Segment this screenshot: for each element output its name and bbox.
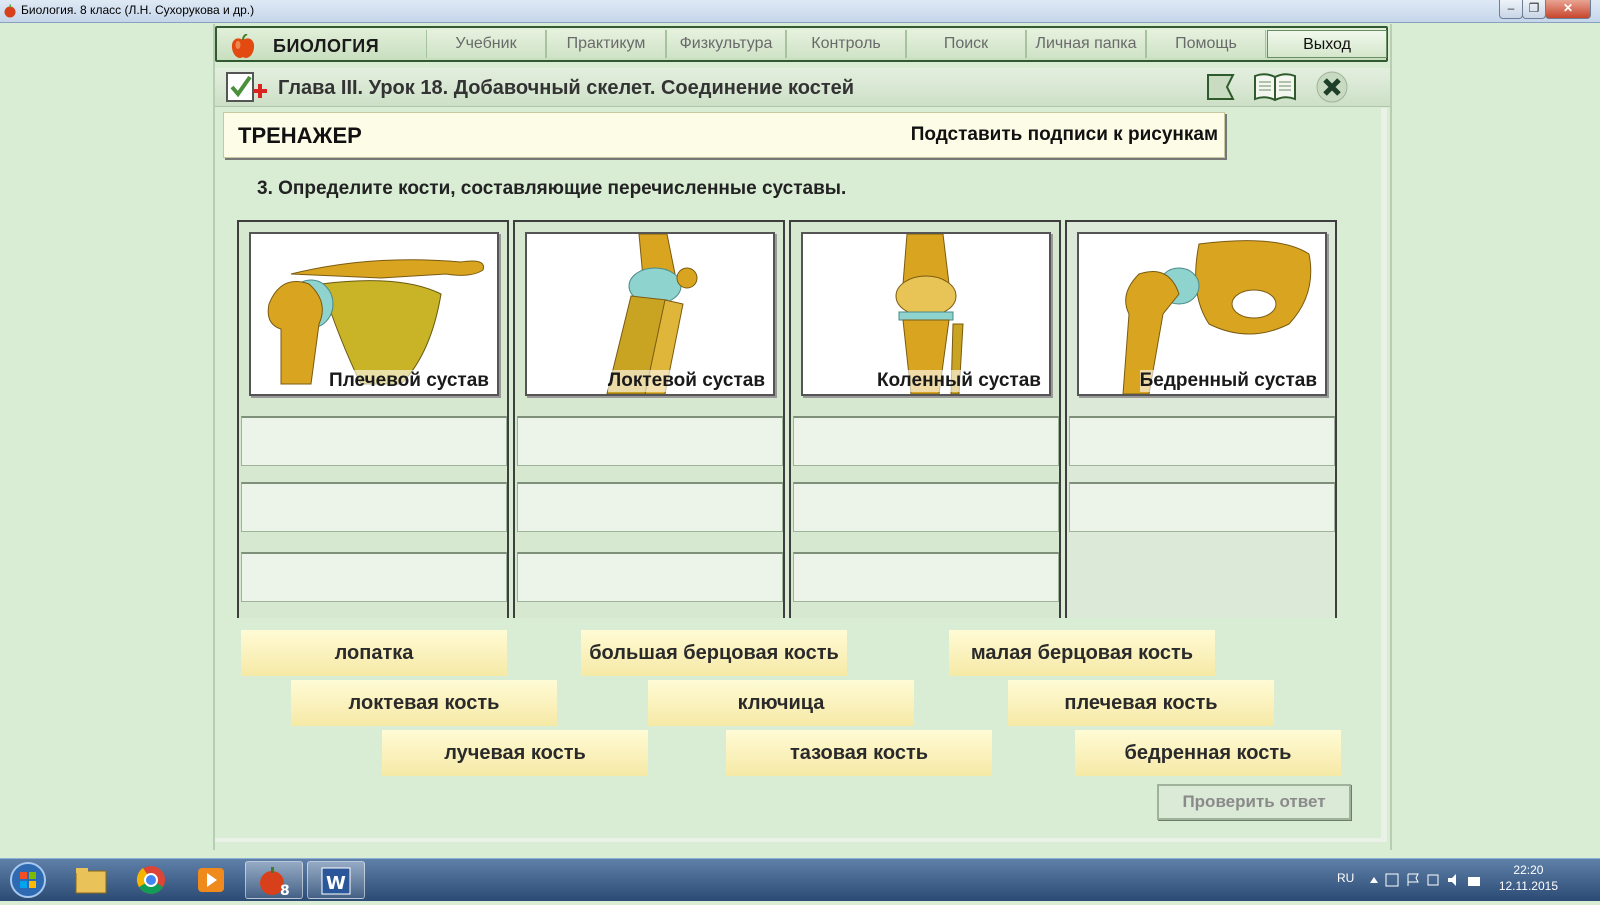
taskbar-explorer[interactable] xyxy=(62,861,120,899)
restore-button[interactable]: ❐ xyxy=(1522,0,1546,19)
minimize-button[interactable]: – xyxy=(1499,0,1523,19)
joint-column-hip: Бедренный сустав xyxy=(1065,220,1337,618)
nav-help[interactable]: Помощь xyxy=(1146,30,1266,58)
trainer-content: ТРЕНАЖЕР Подставить подписи к рисункам 3… xyxy=(215,108,1387,842)
joint-picture-knee: Коленный сустав xyxy=(801,232,1051,396)
close-window-button[interactable]: ✕ xyxy=(1545,0,1591,19)
folder-icon xyxy=(75,868,107,894)
joint-column-elbow: Локтевой сустав xyxy=(513,220,785,618)
chip-femur[interactable]: бедренная кость xyxy=(1075,730,1341,776)
brand-title: БИОЛОГИЯ xyxy=(273,36,380,56)
taskbar-word[interactable]: W xyxy=(307,861,365,899)
chip-ulna[interactable]: локтевая кость xyxy=(291,680,557,726)
joint-column-knee: Коленный сустав xyxy=(789,220,1061,618)
taskbar-media-player[interactable] xyxy=(182,861,240,899)
answer-slot[interactable] xyxy=(517,552,783,602)
chip-clavicle[interactable]: ключица xyxy=(648,680,914,726)
trainer-task-type: Подставить подписи к рисункам xyxy=(910,124,1218,145)
lesson-header: Глава III. Урок 18. Добавочный скелет. С… xyxy=(215,68,1390,107)
svg-text:W: W xyxy=(326,873,346,894)
windows-taskbar: 8 W RU 22:20 12.11.2015 xyxy=(0,858,1600,901)
tray-icons[interactable] xyxy=(1368,871,1500,889)
answer-slot[interactable] xyxy=(517,416,783,466)
joint-caption: Бедренный сустав xyxy=(1139,370,1317,392)
chip-fibula[interactable]: малая берцовая кость xyxy=(949,630,1215,676)
chrome-icon xyxy=(136,866,165,894)
word-icon: W xyxy=(321,867,351,895)
answer-slot[interactable] xyxy=(241,552,507,602)
chip-tibia[interactable]: большая берцовая кость xyxy=(581,630,847,676)
nav-practicum[interactable]: Практикум xyxy=(546,30,666,58)
book-icon[interactable] xyxy=(1253,72,1297,102)
svg-text:8: 8 xyxy=(280,883,290,899)
nav-textbook[interactable]: Учебник xyxy=(426,30,546,58)
joint-picture-hip: Бедренный сустав xyxy=(1077,232,1327,396)
joint-caption: Плечевой сустав xyxy=(329,370,489,392)
answer-slot[interactable] xyxy=(793,482,1059,532)
nav-personal-folder[interactable]: Личная папка xyxy=(1026,30,1146,58)
apple-app-icon xyxy=(4,4,16,18)
clock-date: 12.11.2015 xyxy=(1498,879,1558,893)
nav-physical-training[interactable]: Физкультура xyxy=(666,30,786,58)
media-player-icon xyxy=(198,868,224,892)
checklist-icon xyxy=(226,72,267,102)
nav-search[interactable]: Поиск xyxy=(906,30,1026,58)
answer-slot[interactable] xyxy=(1069,416,1335,466)
app-window: БИОЛОГИЯ Учебник Практикум Физкультура К… xyxy=(213,24,1392,850)
trainer-banner: ТРЕНАЖЕР Подставить подписи к рисункам xyxy=(223,112,1225,158)
taskbar-chrome[interactable] xyxy=(122,861,180,899)
answer-slot[interactable] xyxy=(1069,482,1335,532)
joint-caption: Локтевой сустав xyxy=(607,370,765,392)
chip-radius[interactable]: лучевая кость xyxy=(382,730,648,776)
system-clock[interactable]: 22:20 12.11.2015 xyxy=(1499,862,1558,894)
joint-caption: Коленный сустав xyxy=(876,370,1041,392)
taskbar-biology-app[interactable]: 8 xyxy=(245,861,303,899)
close-lesson-icon[interactable] xyxy=(1315,71,1349,103)
clock-time: 22:20 xyxy=(1513,863,1544,877)
chip-scapula[interactable]: лопатка xyxy=(241,630,507,676)
trainer-title: ТРЕНАЖЕР xyxy=(238,123,362,148)
bookmark-icon[interactable] xyxy=(1205,71,1239,103)
window-titlebar: Биология. 8 класс (Л.Н. Сухорукова и др.… xyxy=(0,0,1600,23)
biology-app-icon: 8 xyxy=(260,867,290,899)
nav-control[interactable]: Контроль xyxy=(786,30,906,58)
window-title: Биология. 8 класс (Л.Н. Сухорукова и др.… xyxy=(21,3,255,17)
joint-column-shoulder: Плечевой сустав xyxy=(237,220,509,618)
joint-picture-elbow: Локтевой сустав xyxy=(525,232,775,396)
answer-slot[interactable] xyxy=(793,416,1059,466)
lesson-title: Глава III. Урок 18. Добавочный скелет. С… xyxy=(278,77,855,99)
check-answer-button[interactable]: Проверить ответ xyxy=(1157,784,1351,820)
top-navigation: БИОЛОГИЯ Учебник Практикум Физкультура К… xyxy=(215,26,1388,62)
start-button-icon[interactable] xyxy=(8,861,48,899)
chip-pelvic-bone[interactable]: тазовая кость xyxy=(726,730,992,776)
answer-slot[interactable] xyxy=(517,482,783,532)
nav-exit[interactable]: Выход xyxy=(1267,30,1387,58)
answer-slot[interactable] xyxy=(241,416,507,466)
joint-picture-shoulder: Плечевой сустав xyxy=(249,232,499,396)
apple-logo-icon xyxy=(231,34,255,58)
question-text: 3. Определите кости, составляющие перечи… xyxy=(257,178,847,199)
language-indicator[interactable]: RU xyxy=(1337,871,1354,885)
answer-slot[interactable] xyxy=(793,552,1059,602)
answer-slot[interactable] xyxy=(241,482,507,532)
chip-humerus[interactable]: плечевая кость xyxy=(1008,680,1274,726)
